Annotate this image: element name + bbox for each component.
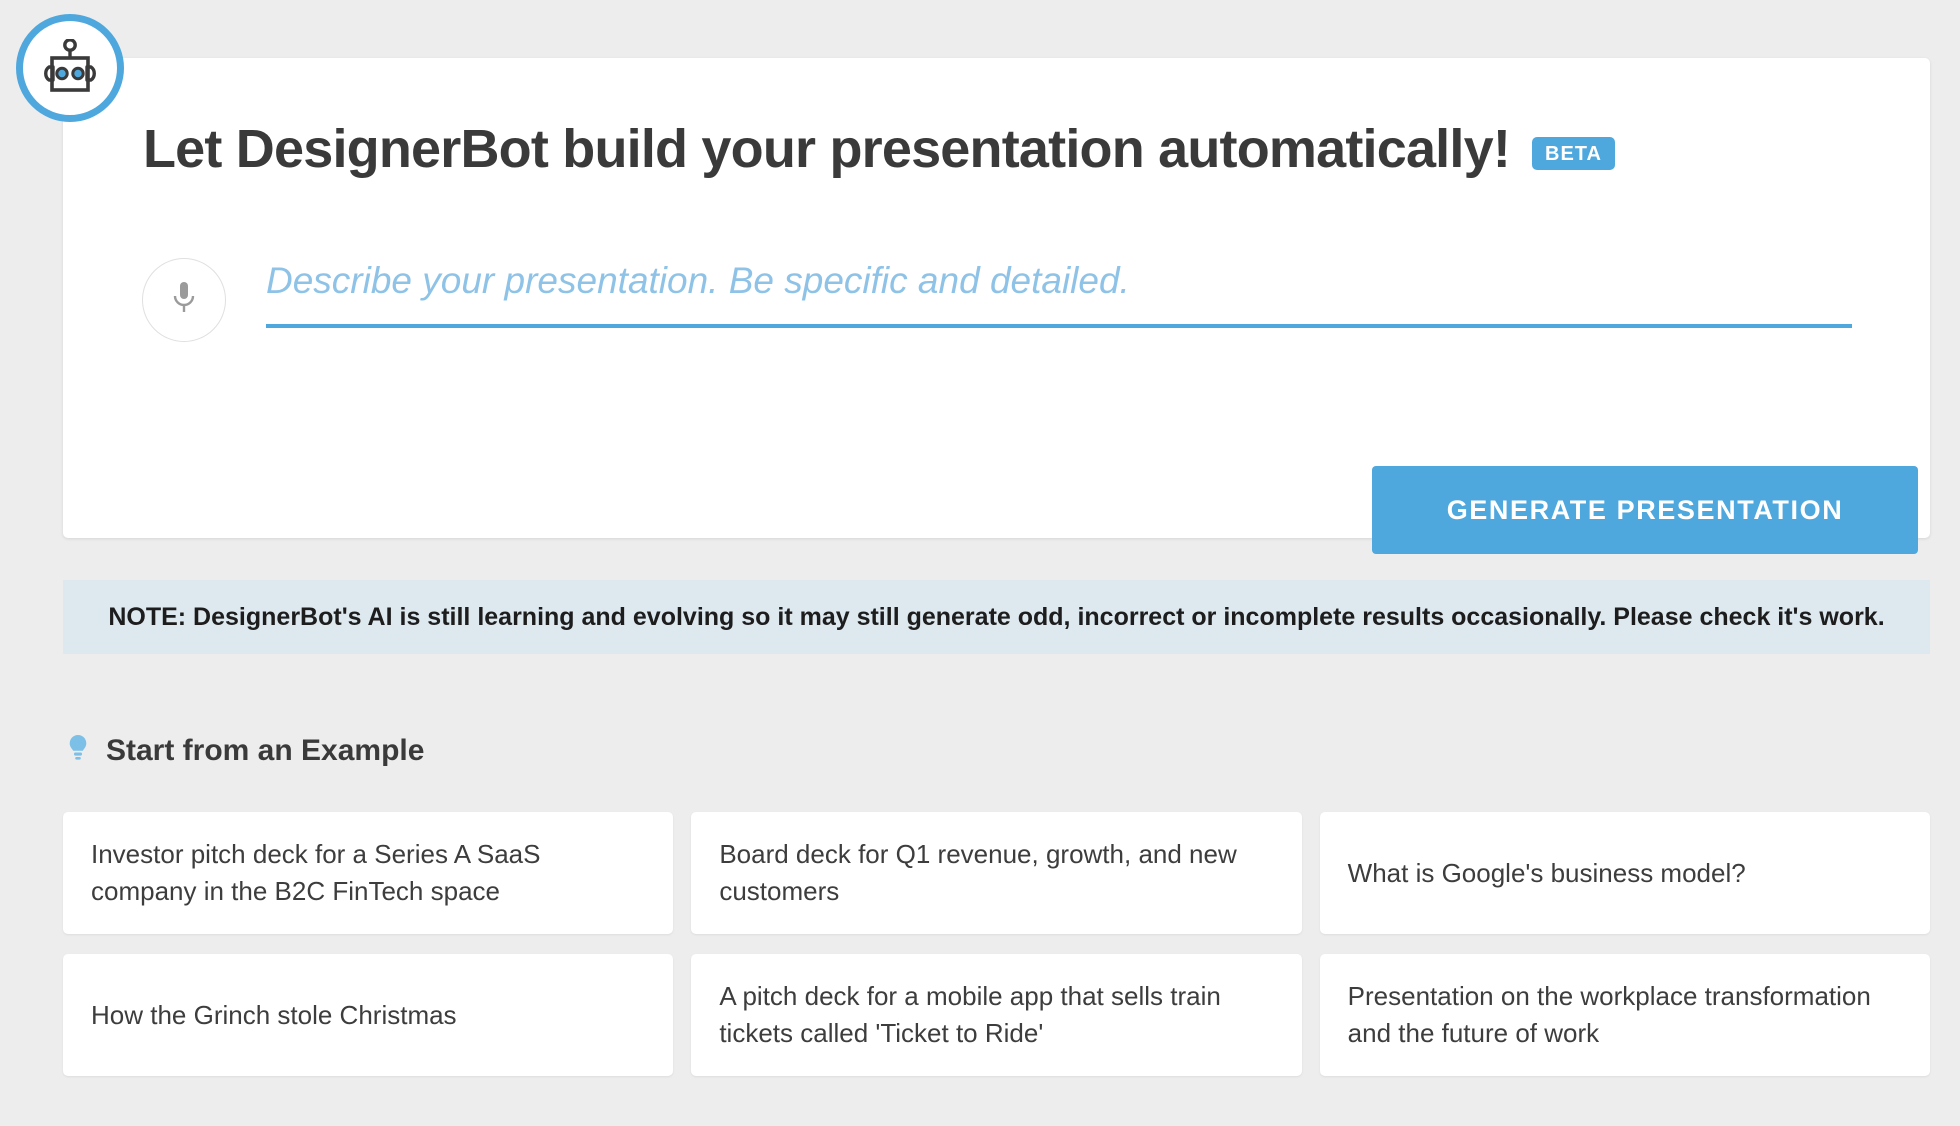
example-card[interactable]: Investor pitch deck for a Series A SaaS …	[63, 812, 674, 934]
lightbulb-icon	[66, 733, 90, 768]
presentation-description-input[interactable]	[266, 260, 1852, 328]
example-card-text: How the Grinch stole Christmas	[91, 999, 457, 1030]
example-card-text: Board deck for Q1 revenue, growth, and n…	[719, 839, 1237, 906]
prompt-row	[142, 258, 1852, 348]
microphone-button[interactable]	[142, 258, 226, 342]
example-card-text: What is Google's business model?	[1347, 857, 1746, 888]
example-card[interactable]: What is Google's business model?	[1319, 812, 1930, 934]
prompt-field	[266, 260, 1852, 328]
robot-icon	[37, 39, 103, 97]
example-card-text: Investor pitch deck for a Series A SaaS …	[91, 839, 541, 906]
generate-presentation-button[interactable]: GENERATE PRESENTATION	[1372, 466, 1918, 554]
example-card[interactable]: Board deck for Q1 revenue, growth, and n…	[691, 812, 1302, 934]
microphone-icon	[169, 279, 199, 322]
generator-panel: Let DesignerBot build your presentation …	[63, 58, 1930, 554]
example-card[interactable]: A pitch deck for a mobile app that sells…	[691, 954, 1302, 1076]
designerbot-logo-badge	[16, 14, 124, 122]
disclaimer-banner: NOTE: DesignerBot's AI is still learning…	[63, 580, 1930, 654]
beta-badge: BETA	[1532, 136, 1615, 170]
example-card[interactable]: Presentation on the workplace transforma…	[1319, 954, 1930, 1076]
examples-heading-label: Start from an Example	[106, 733, 425, 767]
example-card-text: Presentation on the workplace transforma…	[1347, 981, 1871, 1048]
panel-header: Let DesignerBot build your presentation …	[143, 122, 1615, 176]
example-card-text: A pitch deck for a mobile app that sells…	[719, 981, 1221, 1048]
page-title: Let DesignerBot build your presentation …	[143, 119, 1511, 179]
example-card[interactable]: How the Grinch stole Christmas	[63, 954, 674, 1076]
examples-heading: Start from an Example	[66, 733, 424, 768]
examples-grid: Investor pitch deck for a Series A SaaS …	[63, 812, 1930, 1076]
disclaimer-text: NOTE: DesignerBot's AI is still learning…	[108, 602, 1885, 631]
